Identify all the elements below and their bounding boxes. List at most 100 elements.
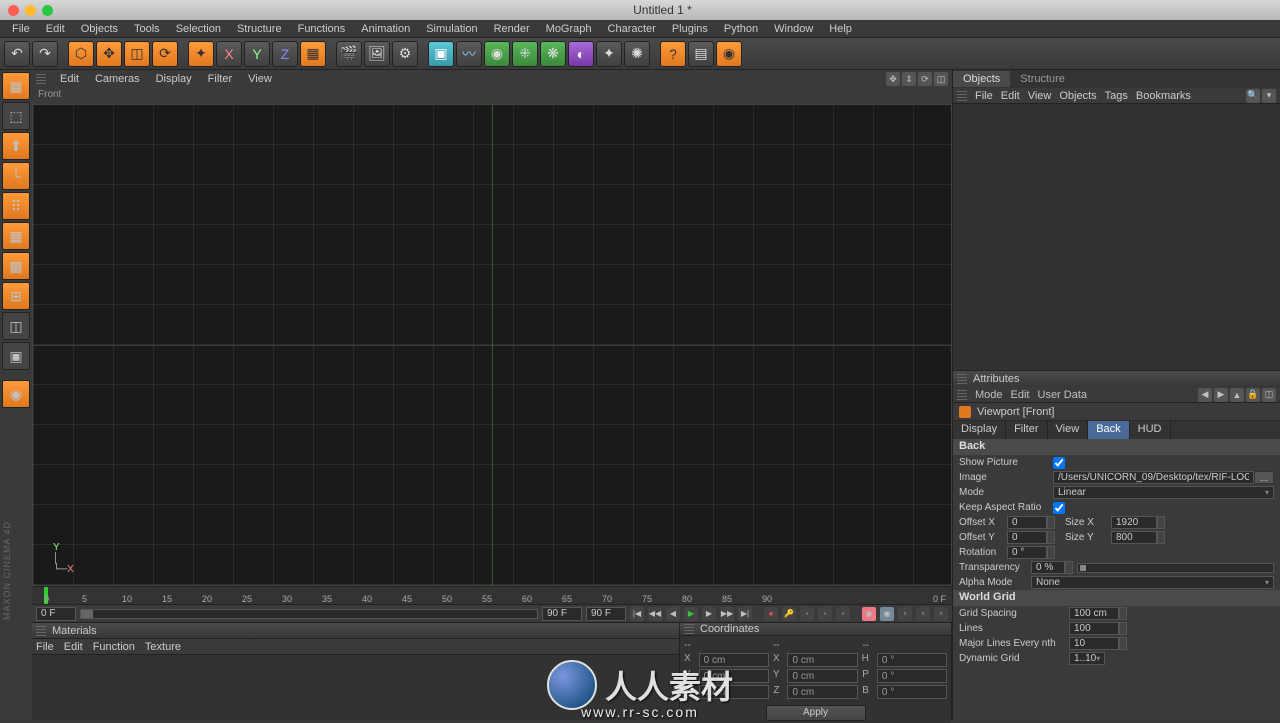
help-button[interactable]: ? (660, 41, 686, 67)
close-icon[interactable] (8, 5, 19, 16)
edge-mode-button[interactable]: ▦ (2, 222, 30, 250)
vp-pan-icon[interactable]: ✥ (886, 72, 900, 86)
record-button[interactable]: ● (764, 607, 778, 621)
attr-back-icon[interactable]: ◀ (1198, 388, 1212, 402)
menu-selection[interactable]: Selection (168, 21, 229, 37)
scale-tool[interactable]: ◫ (124, 41, 150, 67)
key-opt1-button[interactable]: ▫ (898, 607, 912, 621)
obj-menu-view[interactable]: View (1028, 90, 1052, 102)
coord-pos-x[interactable] (699, 653, 769, 667)
key-pla-button[interactable]: ◉ (880, 607, 894, 621)
image-browse-button[interactable]: ... (1254, 471, 1274, 484)
obj-menu-objects[interactable]: Objects (1059, 90, 1096, 102)
move-tool[interactable]: ✥ (96, 41, 122, 67)
attr-up-icon[interactable]: ▲ (1230, 388, 1244, 402)
attr-tab-filter[interactable]: Filter (1006, 421, 1047, 439)
mat-menu-edit[interactable]: Edit (64, 641, 83, 653)
render-settings-button[interactable]: ⚙ (392, 41, 418, 67)
model-mode-button[interactable]: ▦ (2, 72, 30, 100)
transparency-input[interactable] (1031, 561, 1065, 574)
menu-tools[interactable]: Tools (126, 21, 168, 37)
minimize-icon[interactable] (25, 5, 36, 16)
vmenu-cameras[interactable]: Cameras (87, 71, 148, 87)
object-tree[interactable] (953, 104, 1280, 370)
vmenu-display[interactable]: Display (148, 71, 200, 87)
frame-current-input[interactable] (586, 607, 626, 621)
content-browser-button[interactable]: ▤ (688, 41, 714, 67)
obj-search-icon[interactable]: 🔍 (1246, 89, 1260, 103)
next-key-button[interactable]: ▶▶ (720, 607, 734, 621)
obj-menu-edit[interactable]: Edit (1001, 90, 1020, 102)
mat-menu-function[interactable]: Function (93, 641, 135, 653)
timeline-ruler[interactable]: 0 5 10 15 20 25 30 35 40 45 50 55 60 65 … (32, 586, 952, 604)
transparency-slider[interactable] (1077, 563, 1274, 573)
grid-spacing-input[interactable] (1069, 607, 1119, 620)
workplane-button[interactable]: ◉ (2, 380, 30, 408)
coord-rot-p[interactable] (877, 669, 947, 683)
offset-y-input[interactable] (1007, 531, 1047, 544)
viewport-3d[interactable]: INCEPTION INCEPTION INCEPTION INCEPTION … (32, 104, 952, 586)
render-picture-button[interactable]: 🖼 (364, 41, 390, 67)
obj-menu-file[interactable]: File (975, 90, 993, 102)
keep-aspect-checkbox[interactable] (1053, 502, 1065, 514)
frame-end-input[interactable] (542, 607, 582, 621)
materials-body[interactable] (32, 655, 679, 720)
coord-size-y[interactable] (787, 669, 857, 683)
zoom-icon[interactable] (42, 5, 53, 16)
key-rot-button[interactable]: ◦ (836, 607, 850, 621)
nurbs-button[interactable]: ◉ (484, 41, 510, 67)
menu-edit[interactable]: Edit (38, 21, 73, 37)
attr-new-icon[interactable]: ◫ (1262, 388, 1276, 402)
coord-system[interactable]: ▦ (300, 41, 326, 67)
mat-menu-texture[interactable]: Texture (145, 641, 181, 653)
coord-pos-z[interactable] (699, 685, 769, 699)
deformer-button[interactable]: ❋ (540, 41, 566, 67)
light-button[interactable]: ✺ (624, 41, 650, 67)
key-param-button[interactable]: ◉ (862, 607, 876, 621)
camera-button[interactable]: ✦ (596, 41, 622, 67)
coord-size-x[interactable] (787, 653, 857, 667)
next-frame-button[interactable]: ▶ (702, 607, 716, 621)
coord-pos-y[interactable] (699, 669, 769, 683)
last-tool[interactable]: ✦ (188, 41, 214, 67)
menu-help[interactable]: Help (821, 21, 860, 37)
play-button[interactable]: ▶ (684, 607, 698, 621)
primitive-cube-button[interactable]: ▣ (428, 41, 454, 67)
redo-button[interactable]: ↷ (32, 41, 58, 67)
array-button[interactable]: ⁜ (512, 41, 538, 67)
frame-start-input[interactable] (36, 607, 76, 621)
size-x-input[interactable] (1111, 516, 1157, 529)
obj-menu-tags[interactable]: Tags (1105, 90, 1128, 102)
point-mode-button[interactable]: ⠿ (2, 192, 30, 220)
image-path-input[interactable] (1053, 471, 1254, 484)
render-view-button[interactable]: 🎬 (336, 41, 362, 67)
vmenu-edit[interactable]: Edit (52, 71, 87, 87)
grid-lines-input[interactable] (1069, 622, 1119, 635)
attr-tab-display[interactable]: Display (953, 421, 1006, 439)
alpha-mode-combo[interactable]: None (1031, 576, 1274, 589)
snap-button[interactable]: ▣ (2, 342, 30, 370)
offset-x-input[interactable] (1007, 516, 1047, 529)
axis-z-lock[interactable]: Z (272, 41, 298, 67)
materials-tab[interactable]: Materials (32, 623, 679, 639)
coord-rot-b[interactable] (877, 685, 947, 699)
attr-menu-edit[interactable]: Edit (1011, 389, 1030, 401)
coord-size-z[interactable] (787, 685, 857, 699)
mode-combo[interactable]: Linear (1053, 486, 1274, 499)
key-opt3-button[interactable]: ▫ (934, 607, 948, 621)
axis-x-lock[interactable]: X (216, 41, 242, 67)
coordinates-tab[interactable]: Coordinates (680, 623, 951, 636)
menu-structure[interactable]: Structure (229, 21, 290, 37)
rotate-tool[interactable]: ⟳ (152, 41, 178, 67)
grid-major-input[interactable] (1069, 637, 1119, 650)
axis-y-lock[interactable]: Y (244, 41, 270, 67)
autokey-button[interactable]: 🔑 (782, 607, 796, 621)
menu-window[interactable]: Window (766, 21, 821, 37)
key-pos-button[interactable]: ◦ (800, 607, 814, 621)
object-mode-button[interactable]: ⬆ (2, 132, 30, 160)
rotation-input[interactable] (1007, 546, 1047, 559)
attr-lock-icon[interactable]: 🔒 (1246, 388, 1260, 402)
attr-tab-view[interactable]: View (1048, 421, 1089, 439)
vmenu-filter[interactable]: Filter (200, 71, 240, 87)
attr-tab-back[interactable]: Back (1088, 421, 1129, 439)
